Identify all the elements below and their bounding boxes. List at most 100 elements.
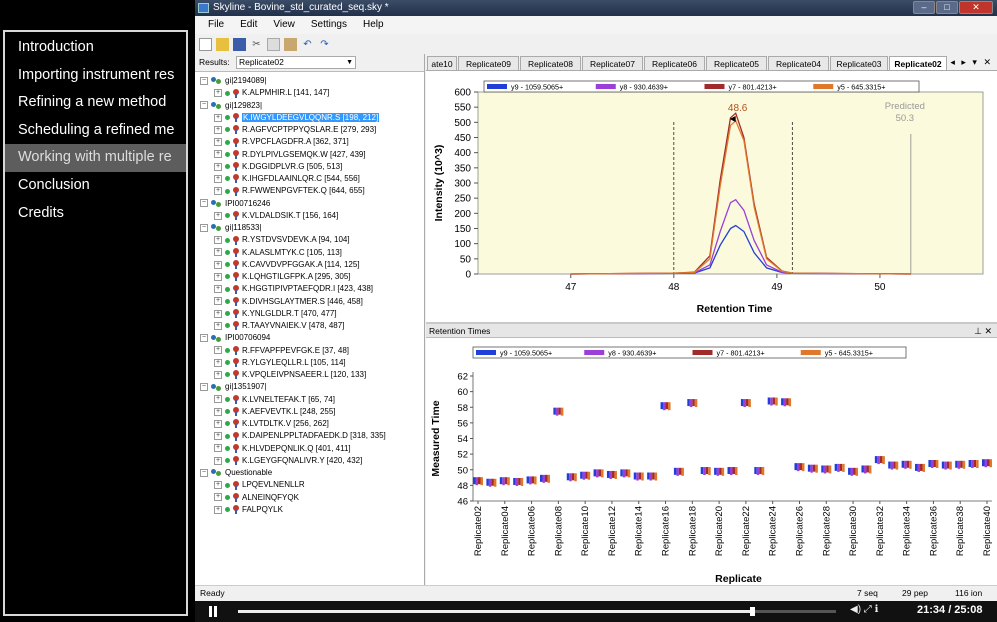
chapter-item[interactable]: Introduction [5,34,186,62]
tab-replicate04[interactable]: Replicate04 [768,56,829,70]
menu-settings[interactable]: Settings [311,16,347,34]
collapse-icon[interactable]: − [200,76,208,85]
retention-point[interactable] [620,469,631,478]
tab-replicate06[interactable]: Replicate06 [644,56,705,70]
collapse-icon[interactable]: − [200,199,208,208]
retention-point[interactable] [714,467,725,476]
tree-peptide-node[interactable]: + LPQEVLNENLLR [214,479,305,491]
pin-close-icon[interactable]: ⊥ ✕ [974,324,992,338]
tree-peptide-node[interactable]: + K.AEFVEVTK.L [248, 255] [214,406,336,418]
retention-point[interactable] [982,459,992,468]
retention-point[interactable] [754,467,765,476]
retention-point[interactable] [874,456,885,465]
expand-icon[interactable]: + [214,481,222,490]
tree-peptide-node[interactable]: + K.LVNELTEFAK.T [65, 74] [214,394,335,406]
tree-peptide-node[interactable]: + K.DGGIDPLVR.G [505, 513] [214,161,342,173]
tree-peptide-node[interactable]: + K.IHGFDLAAINLQR.C [544, 556] [214,173,360,185]
retention-point[interactable] [727,467,738,476]
retention-point[interactable] [861,465,872,474]
expand-icon[interactable]: + [214,113,222,122]
menu-file[interactable]: File [208,16,224,34]
tree-peptide-node[interactable]: + R.DYLPIVLGSEMQK.W [427, 439] [214,149,366,161]
seek-bar[interactable] [238,607,836,616]
undo-icon[interactable]: ↶ [301,38,314,51]
tree-peptide-node[interactable]: + K.VLDALDSIK.T [156, 164] [214,210,338,222]
expand-icon[interactable]: + [214,211,222,220]
paste-icon[interactable] [284,37,297,51]
results-replicate-select[interactable]: Replicate02 ▼ [236,56,356,69]
tree-peptide-node[interactable]: + K.HGGTIPIVPTAEFQDR.I [423, 438] [214,283,373,295]
tree-protein-node[interactable]: − gi|129823| [200,100,262,112]
tab-replicate09[interactable]: Replicate09 [458,56,519,70]
retention-point[interactable] [473,477,483,486]
retention-point[interactable] [513,477,524,486]
copy-icon[interactable] [267,37,280,51]
close-button[interactable]: ✕ [959,1,993,14]
collapse-icon[interactable]: − [200,468,208,477]
open-folder-icon[interactable] [216,37,229,51]
expand-icon[interactable]: + [214,346,222,355]
chapter-item[interactable]: Conclusion [5,172,186,200]
save-icon[interactable] [233,37,246,51]
expand-icon[interactable]: + [214,260,222,269]
tree-peptide-node[interactable]: + K.ALPMHIR.L [141, 147] [214,87,329,99]
tree-protein-node[interactable]: − gi|118533| [200,222,261,234]
tree-peptide-node[interactable]: + K.YNLGLDLR.T [470, 477] [214,308,337,320]
tree-peptide-node[interactable]: + K.DIVHSGLAYTMER.S [446, 458] [214,296,363,308]
redo-icon[interactable]: ↷ [318,38,331,51]
expand-icon[interactable]: + [214,419,222,428]
tree-peptide-node[interactable]: + R.FFVAPFPEVFGK.E [37, 48] [214,345,349,357]
tree-peptide-node[interactable]: + ALNEINQFYQK [214,492,299,504]
tab-replicate03[interactable]: Replicate03 [830,56,888,70]
retention-point[interactable] [740,399,751,408]
expand-icon[interactable]: + [214,432,222,441]
retention-point[interactable] [553,407,564,416]
tab-replicate07[interactable]: Replicate07 [582,56,643,70]
tree-peptide-node[interactable]: + K.IWGYLDEEGVLQQNR.S [198, 212] [214,112,380,124]
retention-point[interactable] [941,461,952,470]
expand-icon[interactable]: + [214,162,222,171]
retention-point[interactable] [915,463,926,472]
tab-replicate08[interactable]: Replicate08 [520,56,581,70]
volume-fullscreen-info-icons[interactable]: ◀) ⤢ ℹ [850,604,878,615]
retention-point[interactable] [687,399,698,408]
tree-peptide-node[interactable]: + K.LGEYGFQNALIVR.Y [420, 432] [214,455,362,467]
seek-handle[interactable] [750,607,756,616]
retention-point[interactable] [566,473,577,482]
chapter-item[interactable]: Scheduling a refined me [5,117,186,145]
maximize-button[interactable]: □ [936,1,958,14]
expand-icon[interactable]: + [214,444,222,453]
retention-point[interactable] [821,465,832,474]
retention-point[interactable] [901,460,912,469]
chapter-item[interactable]: Working with multiple re [5,144,186,172]
tab-ate10[interactable]: ate10 [427,56,457,70]
expand-icon[interactable]: + [214,370,222,379]
collapse-icon[interactable]: − [200,334,208,343]
menu-edit[interactable]: Edit [240,16,257,34]
expand-icon[interactable]: + [214,395,222,404]
expand-icon[interactable]: + [214,248,222,257]
expand-icon[interactable]: + [214,285,222,294]
expand-icon[interactable]: + [214,236,222,245]
tree-peptide-node[interactable]: + K.VPQLEIVPNSAEER.L [120, 133] [214,369,366,381]
expand-icon[interactable]: + [214,309,222,318]
tree-peptide-node[interactable]: + K.HLVDEPQNLIK.Q [401, 411] [214,443,351,455]
retention-point[interactable] [499,477,510,486]
tree-protein-node[interactable]: − Questionable [200,467,272,479]
chapter-item[interactable]: Credits [5,200,186,228]
expand-icon[interactable]: + [214,89,222,98]
retention-point[interactable] [888,461,899,470]
menu-view[interactable]: View [273,16,295,34]
retention-point[interactable] [593,469,604,478]
tree-peptide-node[interactable]: + R.YSTDVSVDEVK.A [94, 104] [214,234,350,246]
retention-point[interactable] [647,472,658,481]
tree-peptide-node[interactable]: + K.ALASLMTYK.C [105, 113] [214,247,342,259]
pause-icon[interactable] [208,606,218,617]
tree-protein-node[interactable]: − IPI00716246 [200,198,270,210]
tree-protein-node[interactable]: − IPI00706094 [200,332,270,344]
tree-peptide-node[interactable]: + FALPQYLK [214,504,283,516]
tree-peptide-node[interactable]: + K.LVTDLTK.V [256, 262] [214,418,329,430]
retention-point[interactable] [807,464,818,473]
expand-icon[interactable]: + [214,358,222,367]
tree-protein-node[interactable]: − gi|2194089| [200,75,267,87]
